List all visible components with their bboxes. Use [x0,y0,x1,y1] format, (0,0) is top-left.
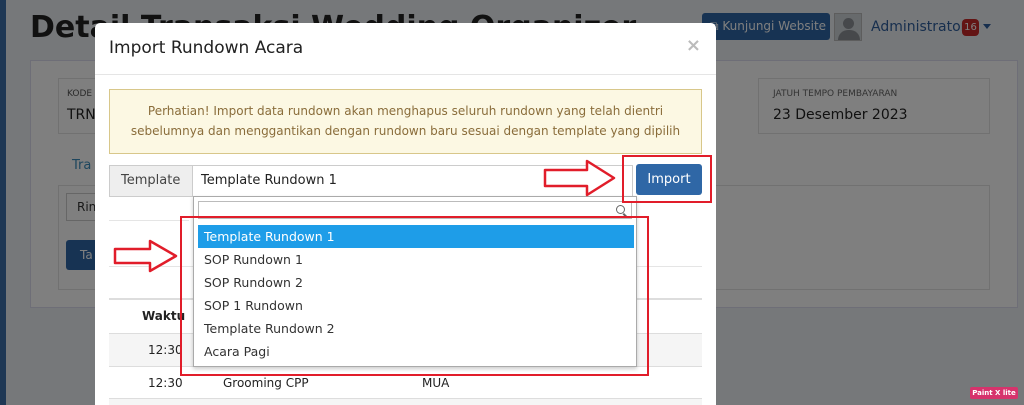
table-cell-vendor: MUA [422,376,450,390]
annotation-box-import [622,155,712,203]
template-label: Template [109,165,193,197]
annotation-arrow-right [543,159,616,197]
annotation-arrow-right [113,239,178,273]
warning-line-2: sebelumnya dan menggantikan dengan rundo… [130,124,681,138]
warning-line-1: Perhatian! Import data rundown akan meng… [147,104,664,118]
table-row [109,398,702,405]
warning-alert: Perhatian! Import data rundown akan meng… [109,89,702,154]
close-icon[interactable]: × [686,35,701,56]
table-cell-time: 12:30 [148,343,183,357]
table-header-time: Waktu [142,309,186,323]
table-cell-activity: Grooming CPP [223,376,309,390]
annotation-box-dropdown [180,216,649,376]
modal-header: Import Rundown Acara × [95,23,716,75]
modal-title: Import Rundown Acara [109,38,304,58]
divider [109,220,189,221]
search-icon [616,205,625,214]
watermark-badge: Paint X lite [970,387,1018,399]
template-select-value: Template Rundown 1 [201,173,337,188]
table-cell-time: 12:30 [148,376,183,390]
